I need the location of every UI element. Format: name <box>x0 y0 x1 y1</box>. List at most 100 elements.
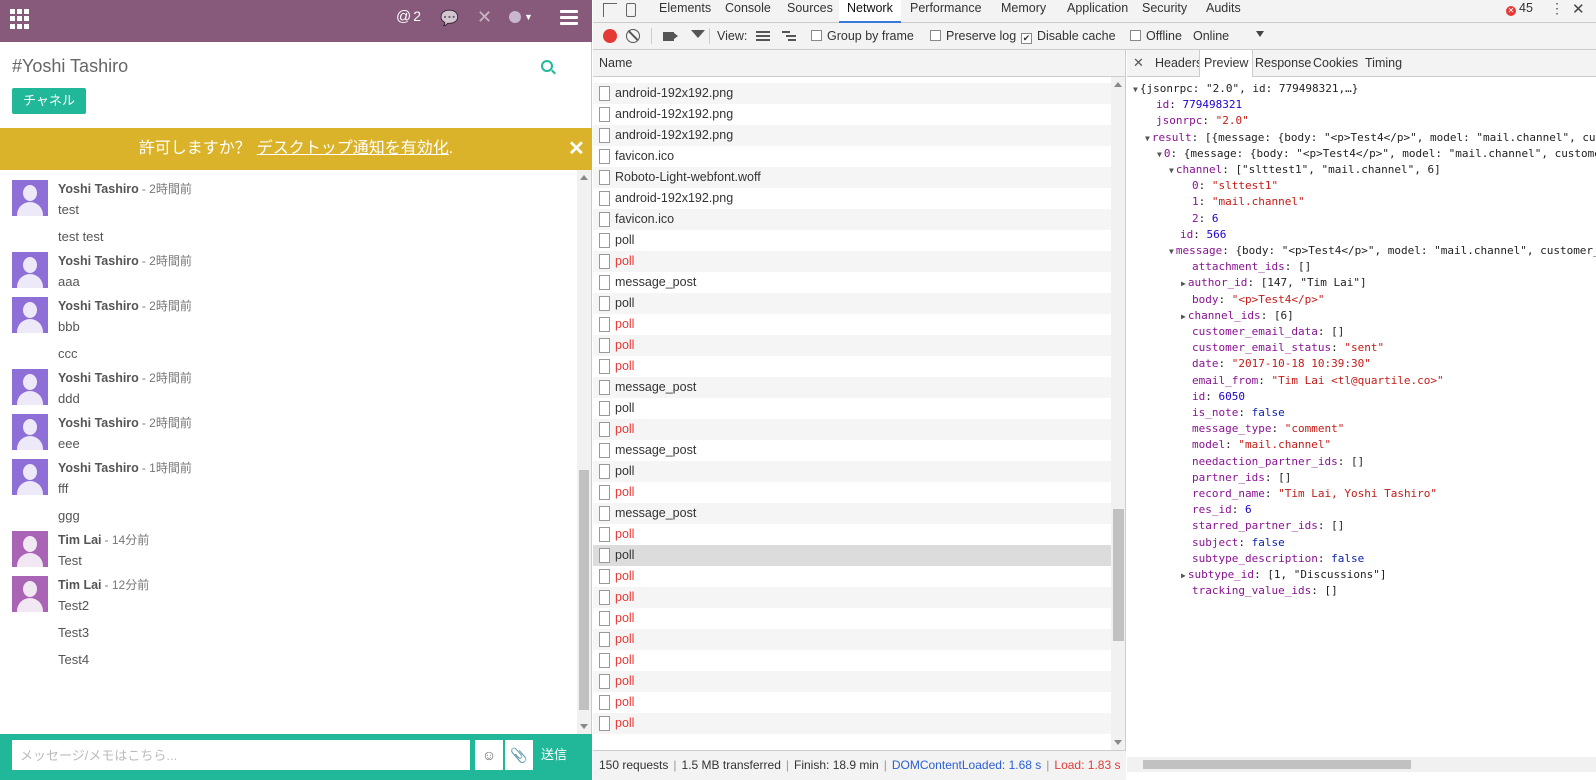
request-row[interactable]: poll <box>593 608 1111 629</box>
json-line[interactable]: ▶ subtype_id: [1, "Discussions"] <box>1181 567 1387 584</box>
detail-tab-preview[interactable]: Preview <box>1199 50 1254 77</box>
author-name[interactable]: Yoshi Tashiro <box>58 299 139 313</box>
disable-cache-checkbox[interactable]: ✔ Disable cache <box>1021 29 1116 44</box>
avatar[interactable] <box>12 531 48 567</box>
json-line[interactable]: ▼ channel: ["slttest1", "mail.channel", 6… <box>1169 162 1441 179</box>
tab-elements[interactable]: Elements <box>659 0 711 23</box>
request-row[interactable]: poll <box>593 314 1111 335</box>
paperclip-icon[interactable]: 📎 <box>505 740 533 770</box>
scrollbar-thumb[interactable] <box>1113 509 1124 641</box>
avatar[interactable] <box>12 369 48 405</box>
enable-notifications-link[interactable]: デスクトップ通知を有効化 <box>257 140 449 157</box>
device-toolbar-icon[interactable] <box>626 3 636 17</box>
scroll-down-icon[interactable] <box>580 724 588 729</box>
offline-checkbox[interactable]: Offline <box>1130 29 1182 43</box>
close-devtools-icon[interactable]: ✕ <box>1572 0 1585 18</box>
avatar[interactable] <box>12 180 48 216</box>
channel-button[interactable]: チャネル <box>12 88 86 114</box>
request-row[interactable]: favicon.ico <box>593 209 1111 230</box>
detail-tab-timing[interactable]: Timing <box>1361 50 1406 77</box>
message-input[interactable] <box>12 740 470 770</box>
scrollbar-thumb[interactable] <box>579 470 589 710</box>
detail-tab-headers[interactable]: Headers <box>1151 50 1206 77</box>
record-icon[interactable] <box>603 29 617 43</box>
mentions-button[interactable]: @2 <box>396 8 421 25</box>
request-row[interactable]: favicon.ico <box>593 146 1111 167</box>
preserve-log-checkbox[interactable]: Preserve log <box>930 29 1016 43</box>
throttle-select[interactable]: Online <box>1193 29 1229 43</box>
request-row[interactable]: message_post <box>593 503 1111 524</box>
user-menu[interactable]: ▼ <box>509 8 533 25</box>
avatar[interactable] <box>12 297 48 333</box>
author-name[interactable]: Tim Lai <box>58 533 102 547</box>
request-row[interactable]: poll <box>593 251 1111 272</box>
json-line[interactable]: ▼ {jsonrpc: "2.0", id: 779498321,…} <box>1133 81 1358 98</box>
overview-icon[interactable] <box>782 31 796 42</box>
emoji-icon[interactable]: ☺ <box>475 740 503 770</box>
request-row[interactable]: poll <box>593 671 1111 692</box>
author-name[interactable]: Yoshi Tashiro <box>58 461 139 475</box>
error-counter[interactable]: ✕ 45 <box>1506 1 1533 16</box>
request-row[interactable]: poll <box>593 713 1111 734</box>
detail-tab-cookies[interactable]: Cookies <box>1309 50 1362 77</box>
author-name[interactable]: Tim Lai <box>58 578 102 592</box>
filter-icon[interactable] <box>691 30 705 38</box>
detail-tab-response[interactable]: Response <box>1251 50 1315 77</box>
author-name[interactable]: Yoshi Tashiro <box>58 254 139 268</box>
request-row[interactable]: poll <box>593 524 1111 545</box>
request-row[interactable]: android-192x192.png <box>593 104 1111 125</box>
author-name[interactable]: Yoshi Tashiro <box>58 182 139 196</box>
request-row[interactable]: message_post <box>593 377 1111 398</box>
author-name[interactable]: Yoshi Tashiro <box>58 416 139 430</box>
request-row[interactable]: message_post <box>593 272 1111 293</box>
request-row[interactable]: poll <box>593 335 1111 356</box>
scroll-down-icon[interactable] <box>1114 740 1122 745</box>
collapsed-triangle-icon[interactable]: ▶ <box>1181 571 1186 580</box>
request-row[interactable]: poll <box>593 587 1111 608</box>
scroll-up-icon[interactable] <box>580 175 588 180</box>
request-row[interactable]: message_post <box>593 440 1111 461</box>
expanded-triangle-icon[interactable]: ▼ <box>1133 85 1138 94</box>
expanded-triangle-icon[interactable]: ▼ <box>1145 134 1150 143</box>
close-detail-icon[interactable]: ✕ <box>1133 55 1144 71</box>
scroll-up-icon[interactable] <box>1114 82 1122 87</box>
request-row[interactable]: poll <box>593 293 1111 314</box>
request-row[interactable]: poll <box>593 356 1111 377</box>
tab-security[interactable]: Security <box>1142 0 1187 23</box>
avatar[interactable] <box>12 576 48 612</box>
tab-application[interactable]: Application <box>1067 0 1128 23</box>
tab-performance[interactable]: Performance <box>910 0 982 23</box>
avatar[interactable] <box>12 414 48 450</box>
chat-bubbles-icon[interactable]: 💬 <box>440 9 459 27</box>
json-line[interactable]: ▼ 0: {message: {body: "<p>Test4</p>", mod… <box>1157 146 1596 163</box>
scrollbar-thumb[interactable] <box>1143 760 1411 769</box>
request-row[interactable]: poll <box>593 419 1111 440</box>
apps-menu-icon[interactable] <box>10 9 30 29</box>
thread-scrollbar[interactable] <box>577 170 591 734</box>
request-row[interactable]: poll <box>593 482 1111 503</box>
request-row[interactable]: android-192x192.png <box>593 125 1111 146</box>
request-row[interactable]: poll <box>593 566 1111 587</box>
capture-screenshots-icon[interactable] <box>663 32 678 41</box>
json-line[interactable]: ▶ channel_ids: [6] <box>1181 308 1294 325</box>
request-row[interactable]: Roboto-Light-webfont.woff <box>593 167 1111 188</box>
clear-icon[interactable] <box>626 29 640 43</box>
expanded-triangle-icon[interactable]: ▼ <box>1169 166 1174 175</box>
tools-icon[interactable]: ✕ <box>477 7 492 28</box>
request-row[interactable]: android-192x192.png <box>593 83 1111 104</box>
tab-sources[interactable]: Sources <box>787 0 833 23</box>
request-row[interactable]: android-192x192.png <box>593 188 1111 209</box>
request-row[interactable]: poll <box>593 545 1111 566</box>
dropdown-caret-icon[interactable] <box>1256 31 1264 37</box>
collapsed-triangle-icon[interactable]: ▶ <box>1181 312 1186 321</box>
avatar[interactable] <box>12 252 48 288</box>
request-row[interactable]: poll <box>593 398 1111 419</box>
author-name[interactable]: Yoshi Tashiro <box>58 371 139 385</box>
inspect-element-icon[interactable] <box>603 3 617 17</box>
tab-audits[interactable]: Audits <box>1206 0 1241 23</box>
request-list-scrollbar[interactable] <box>1111 77 1125 750</box>
avatar[interactable] <box>12 459 48 495</box>
search-icon[interactable] <box>541 60 553 72</box>
expanded-triangle-icon[interactable]: ▼ <box>1169 247 1174 256</box>
request-row[interactable]: poll <box>593 650 1111 671</box>
